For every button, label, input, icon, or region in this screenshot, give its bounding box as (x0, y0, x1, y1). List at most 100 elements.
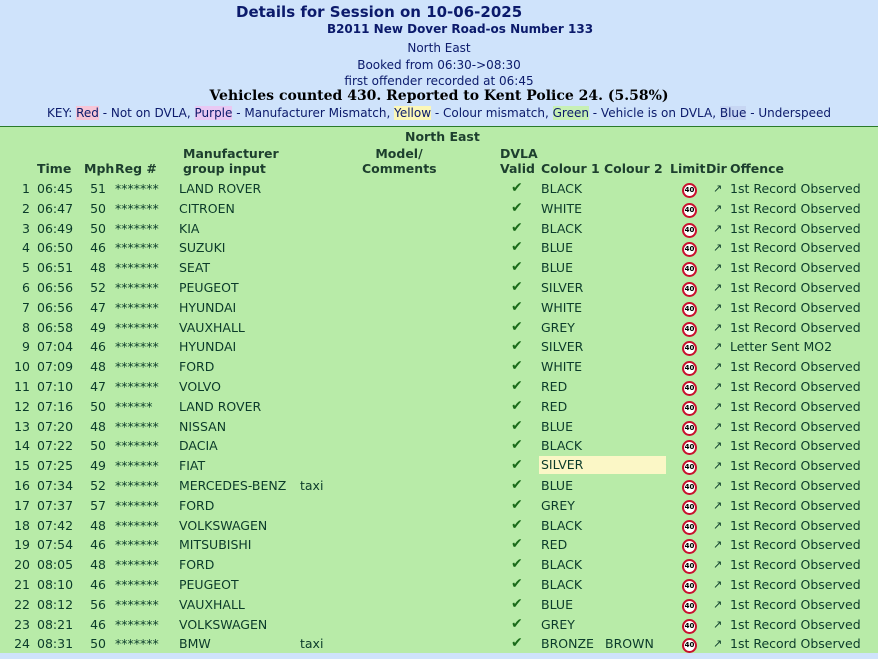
table-row[interactable]: 10 07:09 48 ******* FORD ✔ WHITE 40 ↗ 1st Record … (0, 357, 878, 377)
row-offence: 1st Record Observed (730, 299, 861, 315)
speed-limit-value: 40 (682, 281, 697, 297)
table-row[interactable]: 23 08:21 46 ******* VOLKSWAGEN ✔ GREY 40 ↗ 1st Re… (0, 615, 878, 635)
table-row[interactable]: 6 06:56 52 ******* PEUGEOT ✔ SILVER 40 ↗ 1st Reco… (0, 278, 878, 298)
table-row[interactable]: 1 06:45 51 ******* LAND ROVER ✔ BLACK 40 ↗ 1st Re… (0, 179, 878, 199)
key-green: Green (552, 106, 589, 120)
key-green-text: - Vehicle is on DVLA, (588, 106, 720, 120)
row-time: 06:51 (37, 260, 74, 276)
row-colour1: GREY (541, 497, 575, 513)
table-row[interactable]: 13 07:20 48 ******* NISSAN ✔ BLUE 40 ↗ 1st Record… (0, 417, 878, 437)
row-number: 6 (22, 279, 30, 295)
session-header: Details for Session on 10-06-2025 B2011 … (0, 0, 878, 125)
row-registration: ******* (115, 200, 159, 216)
col-manufacturer-header-line1: Manufacturer (183, 146, 279, 161)
row-colour1: GREY (541, 616, 575, 632)
direction-arrow-icon: ↗ (713, 637, 723, 651)
row-number: 12 (14, 398, 30, 414)
row-number: 24 (14, 636, 30, 652)
table-body: 1 06:45 51 ******* LAND ROVER ✔ BLACK 40 ↗ 1st Re… (0, 179, 878, 654)
speed-limit-sign-icon: 40 (682, 220, 697, 238)
speed-limit-value: 40 (682, 618, 697, 634)
row-number: 13 (14, 418, 30, 434)
row-offence: 1st Record Observed (730, 398, 861, 414)
table-row[interactable]: 17 07:37 57 ******* FORD ✔ GREY 40 ↗ 1st Record O… (0, 496, 878, 516)
row-manufacturer: BMW (179, 636, 211, 652)
table-row[interactable]: 20 08:05 48 ******* FORD ✔ BLACK 40 ↗ 1st Record … (0, 555, 878, 575)
table-row[interactable]: 5 06:51 48 ******* SEAT ✔ BLUE 40 ↗ 1st Record Ob… (0, 258, 878, 278)
row-time: 08:31 (37, 636, 74, 652)
table-row[interactable]: 22 08:12 56 ******* VAUXHALL ✔ BLUE 40 ↗ 1st Reco… (0, 595, 878, 615)
table-row[interactable]: 15 07:25 49 ******* FIAT ✔ SILVER 40 ↗ 1st Record… (0, 456, 878, 476)
dvla-valid-check-icon: ✔ (511, 595, 523, 612)
row-offence: 1st Record Observed (730, 240, 861, 256)
direction-arrow-icon: ↗ (713, 280, 723, 294)
table-row[interactable]: 24 08:31 50 ******* BMW taxi ✔ BRONZE BROWN 40 ↗ 1s… (0, 634, 878, 654)
table-row[interactable]: 12 07:16 50 ****** LAND ROVER ✔ RED 40 ↗ 1st Reco… (0, 397, 878, 417)
row-registration: ******* (115, 260, 159, 276)
row-time: 07:04 (37, 339, 74, 355)
direction-arrow-icon: ↗ (713, 597, 723, 611)
row-speed: 46 (90, 537, 106, 553)
row-manufacturer: FORD (179, 497, 215, 513)
table-row[interactable]: 14 07:22 50 ******* DACIA ✔ BLACK 40 ↗ 1st Record… (0, 436, 878, 456)
dvla-valid-check-icon: ✔ (511, 417, 523, 434)
row-time: 07:09 (37, 359, 74, 375)
table-row[interactable]: 4 06:50 46 ******* SUZUKI ✔ BLUE 40 ↗ 1st Record … (0, 238, 878, 258)
key-blue: Blue (719, 106, 747, 120)
row-time: 08:05 (37, 557, 74, 573)
dvla-valid-check-icon: ✔ (511, 199, 523, 216)
row-registration: ******* (115, 279, 159, 295)
table-row[interactable]: 21 08:10 46 ******* PEUGEOT ✔ BLACK 40 ↗ 1st Reco… (0, 575, 878, 595)
table-row[interactable]: 16 07:34 52 ******* MERCEDES-BENZ taxi ✔ BLUE 40… (0, 476, 878, 496)
table-row[interactable]: 7 06:56 47 ******* HYUNDAI ✔ WHITE 40 ↗ 1st Recor… (0, 298, 878, 318)
row-offence: 1st Record Observed (730, 517, 861, 533)
row-time: 08:12 (37, 596, 74, 612)
speed-limit-value: 40 (682, 578, 697, 594)
row-colour1: GREY (541, 319, 575, 335)
dvla-valid-check-icon: ✔ (511, 180, 523, 196)
row-time: 07:25 (37, 458, 74, 474)
row-time: 08:10 (37, 576, 74, 592)
row-colour1: SILVER (541, 279, 584, 295)
row-manufacturer: VOLKSWAGEN (179, 616, 268, 632)
speed-limit-value: 40 (682, 479, 697, 495)
row-colour1: BLACK (541, 557, 583, 573)
table-row[interactable]: 8 06:58 49 ******* VAUXHALL ✔ GREY 40 ↗ 1st Recor… (0, 318, 878, 338)
row-number: 8 (22, 319, 30, 335)
direction-arrow-icon: ↗ (713, 379, 723, 393)
row-speed: 50 (90, 636, 106, 652)
direction-arrow-icon: ↗ (713, 498, 723, 512)
table-row[interactable]: 3 06:49 50 ******* KIA ✔ BLACK 40 ↗ 1st Record Ob… (0, 219, 878, 239)
row-manufacturer: PEUGEOT (179, 576, 239, 592)
table-row[interactable]: 19 07:54 46 ******* MITSUBISHI ✔ RED 40 ↗ 1st Rec… (0, 535, 878, 555)
speed-limit-value: 40 (682, 539, 697, 555)
col-colour1-header: Colour 1 (541, 161, 600, 176)
row-colour1: BRONZE (541, 636, 594, 652)
row-registration: ******* (115, 438, 159, 454)
table-row[interactable]: 18 07:42 48 ******* VOLKSWAGEN ✔ BLACK 40 ↗ 1st R… (0, 516, 878, 536)
row-time: 08:21 (37, 616, 74, 632)
row-colour1: SILVER (539, 456, 666, 475)
direction-arrow-icon: ↗ (713, 419, 723, 433)
row-registration: ******* (115, 517, 159, 533)
row-manufacturer: NISSAN (179, 418, 227, 434)
row-manufacturer: VOLVO (179, 378, 221, 394)
row-registration: ******* (115, 537, 159, 553)
table-row[interactable]: 2 06:47 50 ******* CITROEN ✔ WHITE 40 ↗ 1st Recor… (0, 199, 878, 219)
row-offence: 1st Record Observed (730, 636, 861, 652)
row-time: 07:10 (37, 378, 74, 394)
row-registration: ******* (115, 240, 159, 256)
table-row[interactable]: 9 07:04 46 ******* HYUNDAI ✔ SILVER 40 ↗ Letter S… (0, 337, 878, 357)
row-offence: Letter Sent MO2 (730, 339, 833, 355)
row-number: 7 (22, 299, 30, 315)
row-number: 20 (14, 557, 30, 573)
row-model-comment: taxi (300, 477, 324, 493)
row-speed: 52 (90, 279, 106, 295)
row-manufacturer: CITROEN (179, 200, 235, 216)
dvla-valid-check-icon: ✔ (511, 239, 523, 256)
direction-arrow-icon: ↗ (713, 459, 723, 473)
direction-arrow-icon: ↗ (713, 617, 723, 631)
key-yellow: Yellow (394, 106, 432, 120)
speed-limit-value: 40 (682, 420, 697, 436)
table-row[interactable]: 11 07:10 47 ******* VOLVO ✔ RED 40 ↗ 1st Record O… (0, 377, 878, 397)
